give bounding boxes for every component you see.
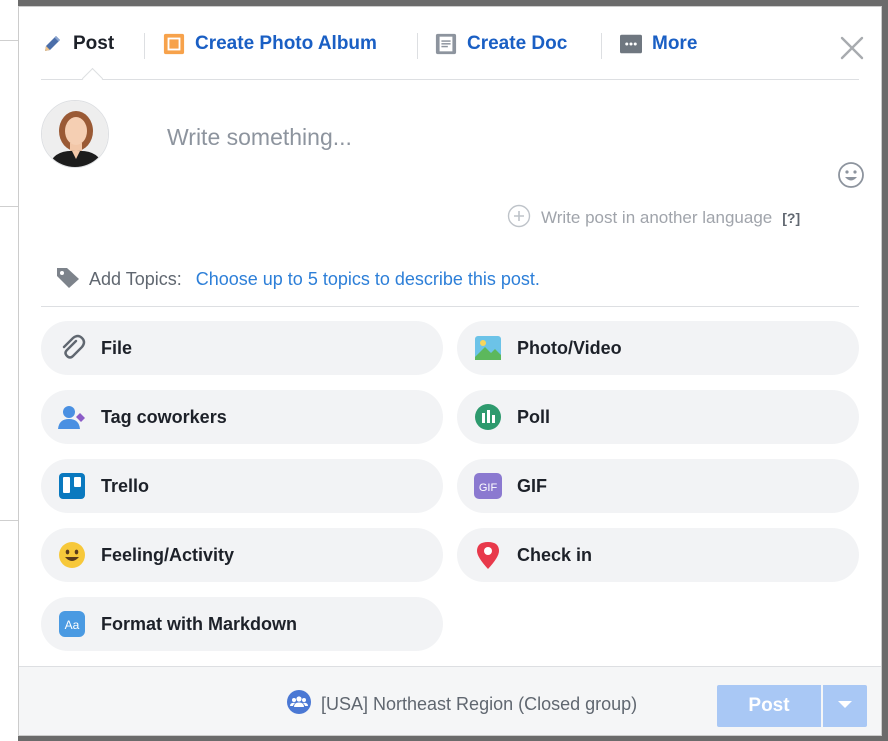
document-icon [435, 33, 457, 55]
tab-more-label: More [652, 33, 698, 54]
check-in-option[interactable]: Check in [457, 528, 859, 582]
option-label: Feeling/Activity [101, 544, 235, 565]
file-option[interactable]: File [41, 321, 443, 375]
tag-coworkers-icon [57, 402, 87, 432]
tab-create-photo-album-label: Create Photo Album [195, 33, 377, 54]
tab-separator [144, 33, 145, 59]
feeling-activity-option[interactable]: Feeling/Activity [41, 528, 443, 582]
option-label: Format with Markdown [101, 613, 298, 634]
emoji-icon[interactable] [837, 161, 865, 189]
option-label: Photo/Video [517, 337, 622, 358]
chevron-down-icon [837, 697, 853, 715]
option-label: Trello [101, 475, 150, 496]
tab-create-doc-label: Create Doc [467, 33, 568, 54]
add-topics-row: Add Topics: Choose up to 5 topics to des… [55, 265, 540, 293]
option-label: Tag coworkers [101, 406, 227, 427]
choose-topics-link[interactable]: Choose up to 5 topics to describe this p… [196, 269, 540, 290]
active-tab-caret [81, 67, 104, 90]
option-label: Check in [517, 544, 593, 565]
post-composer-dialog: Post Create Photo Album Create Doc More … [18, 6, 882, 736]
composer-tabs: Post Create Photo Album Create Doc More [19, 7, 881, 90]
gif-icon: GIF [473, 471, 503, 501]
tab-separator [417, 33, 418, 59]
section-divider [41, 306, 859, 307]
smiley-icon [57, 540, 87, 570]
format-markdown-option[interactable]: Aa Format with Markdown [41, 597, 443, 651]
language-help-link[interactable]: [?] [782, 210, 800, 226]
post-button[interactable]: Post [717, 685, 821, 727]
write-something-input[interactable] [167, 120, 767, 154]
tab-separator [601, 33, 602, 59]
group-icon [287, 689, 311, 719]
tag-icon [55, 265, 83, 294]
tab-post-label: Post [73, 33, 115, 54]
paperclip-icon [57, 333, 87, 363]
write-in-another-language[interactable]: Write post in another language [?] [507, 204, 800, 233]
audience-selector[interactable]: [USA] Northeast Region (Closed group) [287, 689, 637, 719]
post-options-dropdown[interactable] [823, 685, 867, 727]
option-label: File [101, 337, 133, 358]
poll-option[interactable]: Poll [457, 390, 859, 444]
tag-coworkers-option[interactable]: Tag coworkers [41, 390, 443, 444]
background-window [0, 0, 18, 741]
avatar [41, 100, 109, 168]
composer-footer: [USA] Northeast Region (Closed group) Po… [19, 666, 881, 735]
markdown-icon: Aa [57, 609, 87, 639]
tabs-divider [41, 79, 859, 80]
tab-post[interactable]: Post [41, 29, 114, 59]
trello-icon [57, 471, 87, 501]
option-label: GIF [517, 475, 547, 496]
tab-create-photo-album[interactable]: Create Photo Album [163, 29, 377, 59]
close-icon[interactable] [839, 35, 865, 61]
photo-video-option[interactable]: Photo/Video [457, 321, 859, 375]
svg-text:GIF: GIF [479, 482, 498, 494]
gif-option[interactable]: GIF GIF [457, 459, 859, 513]
tab-more[interactable]: More [620, 29, 697, 59]
tab-create-doc[interactable]: Create Doc [435, 29, 567, 59]
location-pin-icon [473, 540, 503, 570]
pencil-icon [41, 33, 63, 55]
photo-video-icon [473, 333, 503, 363]
audience-label: [USA] Northeast Region (Closed group) [321, 693, 638, 714]
option-label: Poll [517, 406, 551, 427]
language-link-label: Write post in another language [541, 208, 773, 227]
more-icon [620, 33, 642, 55]
add-topics-label: Add Topics: [89, 268, 182, 289]
photo-album-icon [163, 33, 185, 55]
add-circle-icon [507, 204, 531, 233]
svg-text:Aa: Aa [65, 618, 80, 632]
trello-option[interactable]: Trello [41, 459, 443, 513]
poll-icon [473, 402, 503, 432]
